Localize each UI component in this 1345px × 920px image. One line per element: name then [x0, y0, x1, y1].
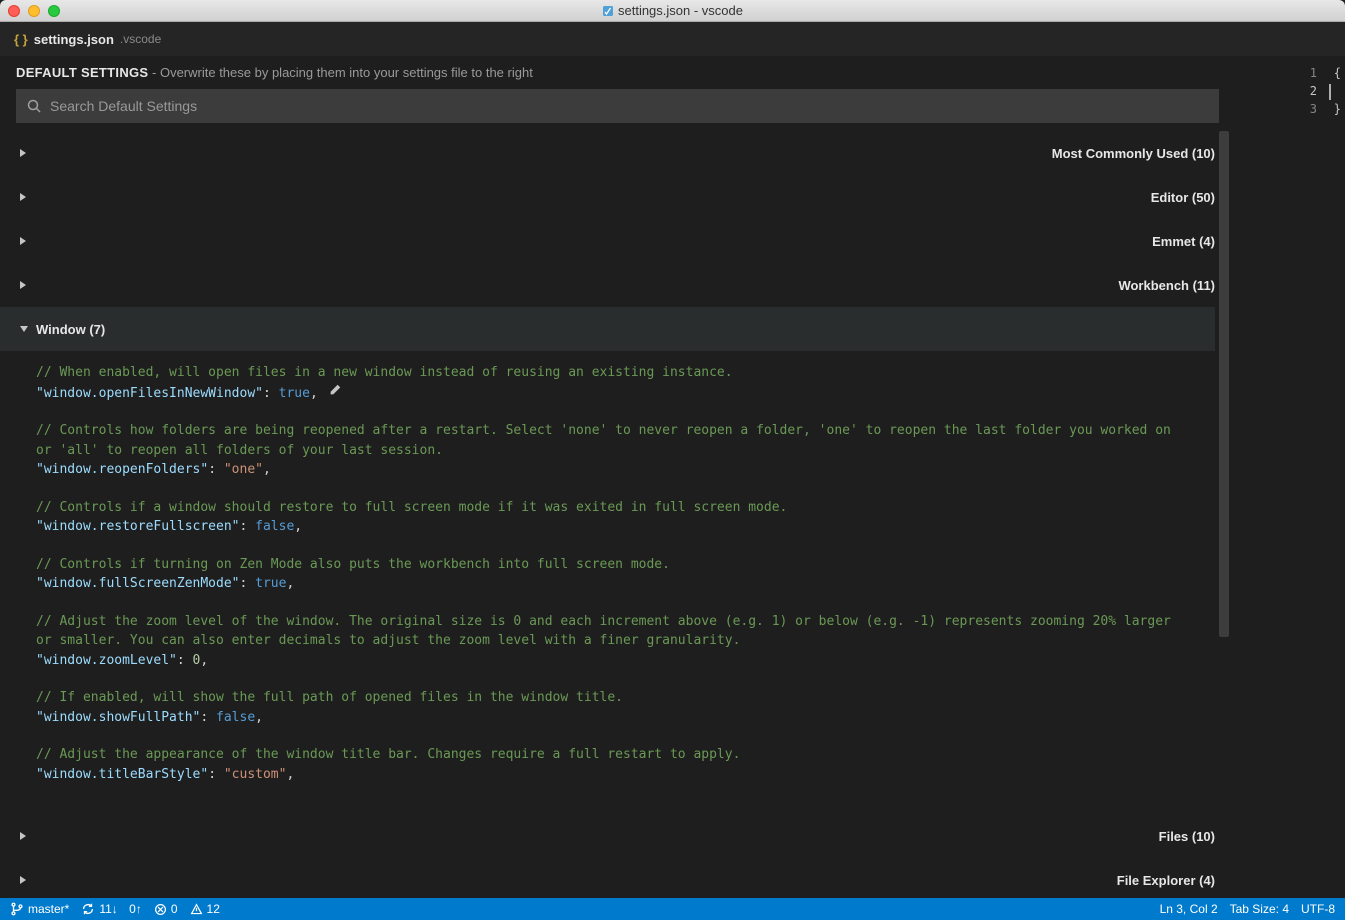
user-settings-editor[interactable]: 123 {} [1235, 56, 1345, 898]
window-maximize-button[interactable] [48, 5, 60, 17]
encoding[interactable]: UTF-8 [1301, 902, 1335, 916]
settings-section[interactable]: Emmet (4) [0, 219, 1215, 263]
setting-line: "window.zoomLevel": 0, [36, 651, 1185, 671]
setting-entry[interactable]: // Adjust the appearance of the window t… [36, 745, 1185, 784]
chevron-right-icon [20, 832, 1151, 840]
section-label: Emmet (4) [1152, 234, 1215, 249]
setting-entry[interactable]: // Controls if a window should restore t… [36, 498, 1185, 537]
settings-section[interactable]: Editor (50) [0, 175, 1215, 219]
section-content: // When enabled, will open files in a ne… [0, 351, 1215, 814]
git-branch[interactable]: master* [10, 902, 69, 916]
setting-line: "window.titleBarStyle": "custom", [36, 765, 1185, 785]
line-number: 1 [1235, 66, 1317, 84]
settings-section[interactable]: Files (10) [0, 814, 1215, 858]
status-bar: master* 11↓ 0↑ 0 12 Ln 3, Col 2 Tab Size… [0, 898, 1345, 920]
chevron-down-icon [20, 326, 28, 332]
section-label: Most Commonly Used (10) [1052, 146, 1215, 161]
branch-icon [10, 902, 24, 916]
editor-line [1334, 84, 1341, 102]
tab-size[interactable]: Tab Size: 4 [1230, 902, 1289, 916]
chevron-right-icon [20, 281, 1110, 289]
error-icon [154, 903, 167, 916]
window-minimize-button[interactable] [28, 5, 40, 17]
setting-comment: // Controls if a window should restore t… [36, 498, 1185, 518]
chevron-right-icon [20, 876, 1109, 884]
problems-warnings[interactable]: 12 [190, 902, 220, 916]
setting-line: "window.showFullPath": false, [36, 708, 1185, 728]
problems-errors[interactable]: 0 [154, 902, 178, 916]
chevron-right-icon [20, 237, 1144, 245]
chevron-right-icon [20, 193, 1143, 201]
setting-comment: // Controls how folders are being reopen… [36, 421, 1185, 460]
line-number: 3 [1235, 102, 1317, 120]
setting-entry[interactable]: // If enabled, will show the full path o… [36, 688, 1185, 727]
window-titlebar: settings.json - vscode [0, 0, 1345, 22]
settings-banner: DEFAULT SETTINGS - Overwrite these by pl… [0, 56, 1235, 89]
section-label: File Explorer (4) [1117, 873, 1215, 888]
setting-entry[interactable]: // Controls if turning on Zen Mode also … [36, 555, 1185, 594]
section-label: Editor (50) [1151, 190, 1215, 205]
vertical-scrollbar[interactable] [1219, 131, 1229, 898]
search-icon [26, 98, 42, 114]
editor-tab-row: { } settings.json .vscode [0, 22, 1345, 56]
scrollbar-thumb[interactable] [1219, 131, 1229, 637]
editor-tab-settings[interactable]: { } settings.json .vscode [14, 32, 161, 47]
edit-pencil-icon[interactable] [328, 383, 342, 404]
settings-section[interactable]: Window (7) [0, 307, 1215, 351]
banner-subtitle: - Overwrite these by placing them into y… [148, 65, 532, 80]
setting-line: "window.openFilesInNewWindow": true, [36, 383, 1185, 404]
line-gutter: 123 [1235, 66, 1317, 120]
cursor-position[interactable]: Ln 3, Col 2 [1160, 902, 1218, 916]
chevron-right-icon [20, 149, 1044, 157]
window-close-button[interactable] [8, 5, 20, 17]
tab-filename: settings.json [34, 32, 114, 47]
setting-comment: // Adjust the appearance of the window t… [36, 745, 1185, 765]
json-icon: { } [14, 32, 28, 47]
setting-line: "window.reopenFolders": "one", [36, 460, 1185, 480]
editor-content: {} [1334, 66, 1341, 120]
git-sync[interactable]: 11↓ 0↑ [81, 902, 142, 916]
settings-section[interactable]: Most Commonly Used (10) [0, 131, 1215, 175]
section-label: Workbench (11) [1118, 278, 1215, 293]
setting-comment: // When enabled, will open files in a ne… [36, 363, 1185, 383]
setting-comment: // If enabled, will show the full path o… [36, 688, 1185, 708]
setting-line: "window.fullScreenZenMode": true, [36, 574, 1185, 594]
settings-section[interactable]: Workbench (11) [0, 263, 1215, 307]
line-number: 2 [1235, 84, 1317, 102]
warning-icon [190, 903, 203, 916]
setting-comment: // Controls if turning on Zen Mode also … [36, 555, 1185, 575]
banner-heading: DEFAULT SETTINGS [16, 65, 148, 80]
settings-search[interactable] [16, 89, 1219, 123]
setting-entry[interactable]: // Controls how folders are being reopen… [36, 421, 1185, 480]
window-title: settings.json - vscode [0, 3, 1345, 18]
setting-entry[interactable]: // When enabled, will open files in a ne… [36, 363, 1185, 403]
settings-scroll: Most Commonly Used (10) Editor (50) Emmet … [0, 131, 1235, 898]
tab-folder: .vscode [120, 32, 161, 46]
setting-comment: // Adjust the zoom level of the window. … [36, 612, 1185, 651]
default-settings-pane: DEFAULT SETTINGS - Overwrite these by pl… [0, 56, 1235, 898]
cursor [1329, 84, 1331, 100]
section-label: Window (7) [36, 322, 105, 337]
search-input[interactable] [50, 98, 1209, 114]
editor-line: } [1334, 102, 1341, 120]
traffic-lights [8, 5, 60, 17]
setting-line: "window.restoreFullscreen": false, [36, 517, 1185, 537]
editor-line: { [1334, 66, 1341, 84]
settings-section[interactable]: File Explorer (4) [0, 858, 1215, 898]
section-label: Files (10) [1159, 829, 1215, 844]
setting-entry[interactable]: // Adjust the zoom level of the window. … [36, 612, 1185, 671]
editor-main: DEFAULT SETTINGS - Overwrite these by pl… [0, 56, 1345, 898]
sync-icon [81, 902, 95, 916]
